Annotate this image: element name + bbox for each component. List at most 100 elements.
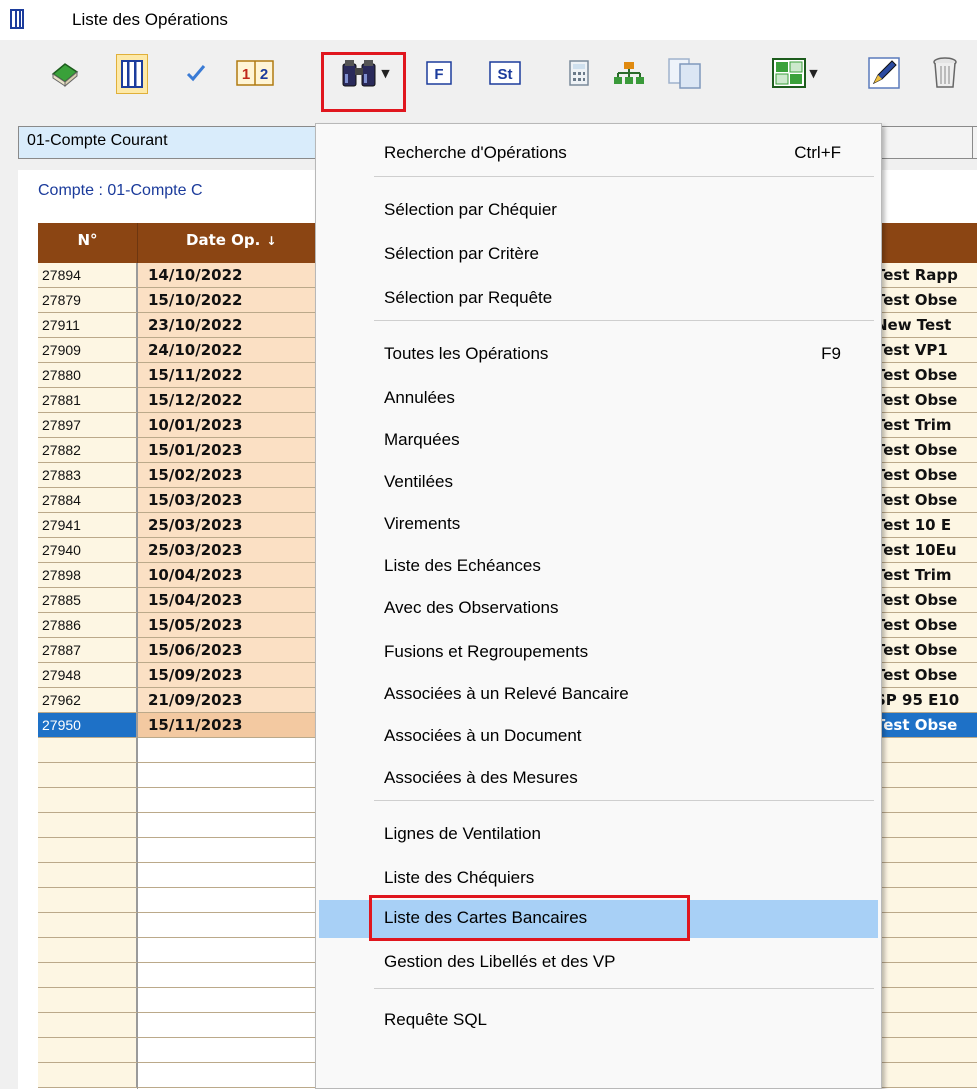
account-selector[interactable]: 01-Compte Courant [18,126,318,159]
menu-item[interactable]: Liste des Chéquiers [316,860,881,898]
empty-cell [38,738,137,762]
cell-description: Test Obse [871,613,977,637]
menu-item-label: Marquées [384,430,460,449]
menu-item[interactable]: Sélection par Requête [316,280,881,318]
empty-cell [871,788,977,812]
empty-cell [38,763,137,787]
cell-description: New Test [871,313,977,337]
cell-description: Test Trim [871,563,977,587]
menu-item-label: Associées à un Document [384,726,582,745]
cell-date: 15/11/2023 [138,713,316,737]
cell-no: 27911 [38,313,137,337]
empty-cell [38,888,137,912]
empty-cell [871,988,977,1012]
cell-date: 25/03/2023 [138,513,316,537]
empty-cell [38,788,137,812]
cell-description: Test 10Eu [871,538,977,562]
cell-no: 27885 [38,588,137,612]
empty-cell [138,1013,316,1037]
menu-item[interactable]: Liste des Echéances [316,548,881,586]
menu-item-label: Virements [384,514,461,533]
menu-item[interactable]: Virements [316,506,881,544]
menu-item[interactable]: Ventilées [316,464,881,502]
cell-description: Test Obse [871,638,977,662]
cell-date: 15/06/2023 [138,638,316,662]
menu-item[interactable]: Associées à un Document [316,718,881,756]
f-icon[interactable]: F [424,50,454,96]
cell-date: 15/12/2022 [138,388,316,412]
number-1-2-icon[interactable]: 1 2 [235,50,275,96]
cell-description: Test Rapp [871,263,977,287]
menu-item-label: Sélection par Critère [384,244,539,263]
cell-date: 15/11/2022 [138,363,316,387]
book-icon[interactable] [50,50,80,96]
menu-item[interactable]: Lignes de Ventilation [316,816,881,854]
st-icon[interactable]: St [488,50,522,96]
cell-no: 27897 [38,413,137,437]
svg-text:1: 1 [242,66,250,83]
menu-item-marker [369,895,690,941]
column-header-date-label: Date Op. [186,231,261,249]
cell-no: 27909 [38,338,137,362]
cell-date: 10/04/2023 [138,563,316,587]
empty-cell [138,888,316,912]
empty-cell [138,788,316,812]
menu-item[interactable]: Gestion des Libellés et des VP [316,944,881,982]
menu-item[interactable]: Associées à des Mesures [316,760,881,798]
empty-cell [871,763,977,787]
cell-no: 27898 [38,563,137,587]
column-header-date[interactable]: Date Op. ↓ [138,223,316,263]
cell-date: 15/05/2023 [138,613,316,637]
menu-item[interactable]: Sélection par Chéquier [316,192,881,230]
trash-icon[interactable] [928,50,962,96]
empty-cell [38,1063,137,1087]
empty-cell [138,963,316,987]
menu-item[interactable]: Associées à un Relevé Bancaire [316,676,881,714]
cell-date: 14/10/2022 [138,263,316,287]
empty-cell [38,863,137,887]
svg-text:F: F [434,66,443,83]
menu-item[interactable]: Sélection par Critère [316,236,881,274]
menu-item[interactable]: Avec des Observations [316,590,881,628]
cell-no: 27894 [38,263,137,287]
grid-view-button[interactable]: ▼ [760,50,830,96]
cell-description: Test Obse [871,363,977,387]
copy-icon[interactable] [665,50,705,96]
menu-item[interactable]: Recherche d'Opérations Ctrl+F [316,135,881,173]
menu-item[interactable]: Liste des Cartes Bancaires [319,895,878,941]
menu-item-label: Recherche d'Opérations [384,143,567,162]
org-chart-icon[interactable] [612,50,646,96]
chevron-down-icon[interactable]: ▼ [809,67,817,80]
cell-no: 27880 [38,363,137,387]
menu-item[interactable]: Fusions et Regroupements [316,634,881,672]
cell-description: Test Obse [871,588,977,612]
empty-cell [871,888,977,912]
cell-no: 27887 [38,638,137,662]
menu-item-shortcut: Ctrl+F [794,143,841,162]
pen-icon[interactable] [864,50,904,96]
grid-view-icon [772,58,807,88]
menu-item-label: Liste des Echéances [384,556,541,575]
window-title: Liste des Opérations [72,10,228,29]
cell-no: 27962 [38,688,137,712]
account-bar-end [880,126,977,159]
columns-icon[interactable] [116,54,148,94]
toolbar: 1 2 ▼ F St ▼ [0,40,977,120]
cell-description: Test VP1 [871,338,977,362]
cell-description: Test Obse [871,663,977,687]
cell-date: 15/04/2023 [138,588,316,612]
cell-no: 27948 [38,663,137,687]
menu-item[interactable]: Annulées [316,380,881,418]
empty-cell [871,738,977,762]
cell-no: 27940 [38,538,137,562]
calculator-icon[interactable] [567,50,591,96]
cell-no: 27881 [38,388,137,412]
sort-down-icon: ↓ [266,234,277,248]
menu-item[interactable]: Marquées [316,422,881,460]
menu-item[interactable]: Requête SQL [316,1002,881,1040]
menu-item-label: Toutes les Opérations [384,344,549,363]
menu-item[interactable]: Toutes les Opérations F9 [316,336,881,374]
checkmark-icon[interactable] [183,50,209,96]
menu-separator [374,800,874,801]
column-header-no[interactable]: N° [38,223,138,263]
